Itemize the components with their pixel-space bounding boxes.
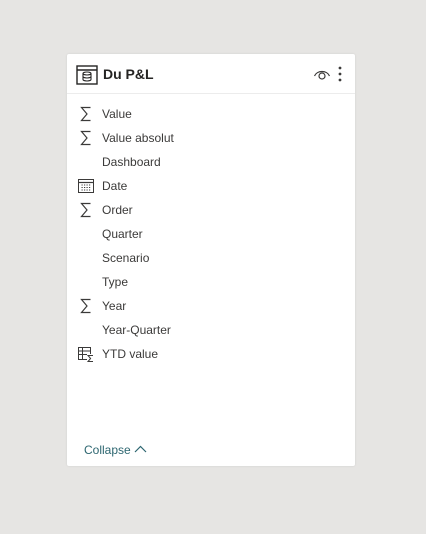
field-label: YTD value (102, 347, 159, 361)
field-item-order[interactable]: Order (67, 198, 355, 222)
table-icon (76, 65, 98, 85)
field-item-value[interactable]: Value (67, 102, 355, 126)
table-title: Du P&L (103, 66, 154, 82)
table-card: Du P&L Value Value absolut Dashboard Dat… (67, 54, 355, 466)
sigma-icon (80, 130, 91, 146)
field-item-quarter[interactable]: Quarter (67, 222, 355, 246)
field-label: Scenario (102, 251, 150, 265)
field-label: Order (102, 203, 133, 217)
field-item-scenario[interactable]: Scenario (67, 246, 355, 270)
field-label: Date (102, 179, 128, 193)
field-list: Value Value absolut Dashboard Date Order… (67, 102, 355, 366)
field-label: Year (102, 299, 127, 313)
chevron-up-icon (134, 445, 147, 453)
more-options-icon[interactable] (335, 65, 345, 83)
sigma-icon (80, 106, 91, 122)
collapse-label: Collapse (84, 443, 131, 457)
measure-icon (78, 347, 94, 362)
field-label: Quarter (102, 227, 143, 241)
calendar-icon (78, 179, 94, 193)
collapse-button[interactable]: Collapse (84, 442, 147, 458)
field-item-year[interactable]: Year (67, 294, 355, 318)
field-label: Dashboard (102, 155, 161, 169)
field-item-type[interactable]: Type (67, 270, 355, 294)
table-header[interactable]: Du P&L (67, 54, 355, 94)
field-label: Value (102, 107, 132, 121)
sigma-icon (80, 202, 91, 218)
field-label: Type (102, 275, 129, 289)
field-item-dashboard[interactable]: Dashboard (67, 150, 355, 174)
field-label: Year-Quarter (102, 323, 171, 337)
field-label: Value absolut (102, 131, 174, 145)
field-item-ytd-value[interactable]: YTD value (67, 342, 355, 366)
field-item-year-quarter[interactable]: Year-Quarter (67, 318, 355, 342)
sigma-icon (80, 298, 91, 314)
eye-icon[interactable] (313, 66, 331, 82)
field-item-value-absolut[interactable]: Value absolut (67, 126, 355, 150)
field-item-date[interactable]: Date (67, 174, 355, 198)
